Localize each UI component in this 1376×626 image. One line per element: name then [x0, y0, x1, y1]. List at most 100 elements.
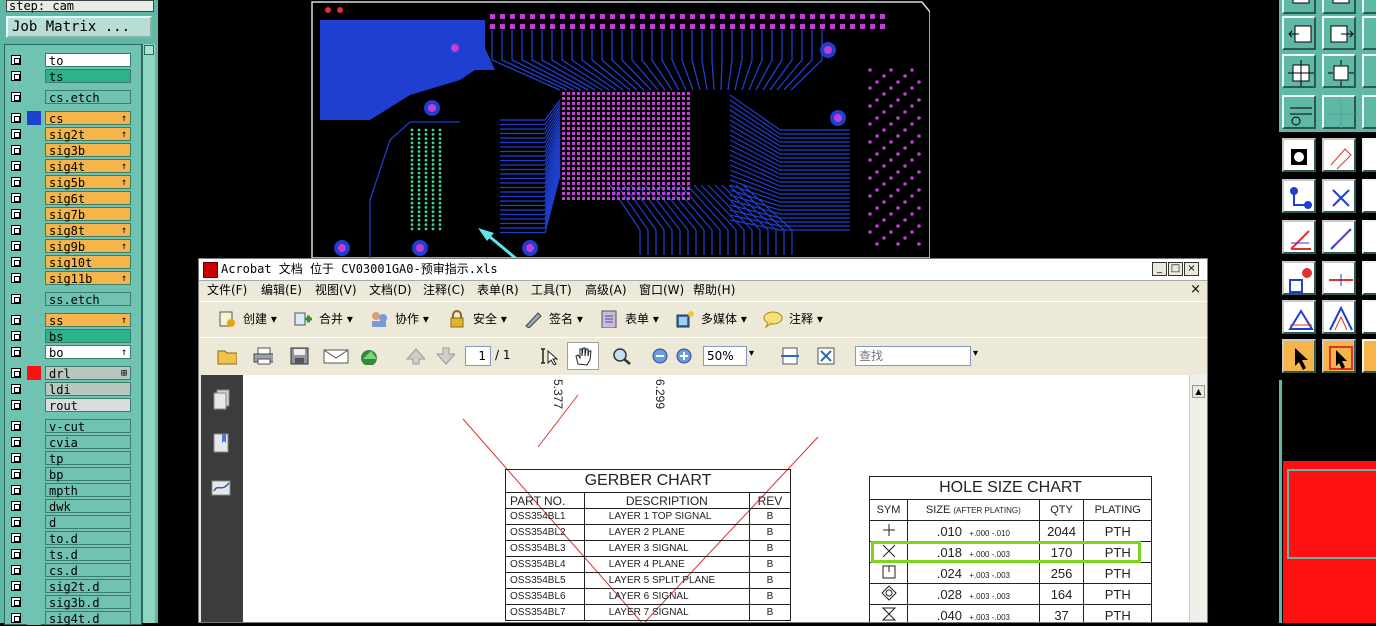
open-folder-icon[interactable] — [217, 347, 237, 365]
next-page-icon[interactable] — [435, 347, 455, 365]
partial-tool-button[interactable] — [1362, 95, 1376, 129]
layer-checkbox[interactable] — [11, 113, 21, 123]
layer-name[interactable]: v-cut — [45, 419, 131, 434]
layer-color-swatch[interactable] — [27, 127, 41, 141]
layer-row-ldi[interactable]: ldi — [9, 382, 133, 397]
layer-name[interactable]: rout — [45, 398, 131, 413]
layer-name[interactable]: ldi — [45, 382, 131, 397]
layer-color-swatch[interactable] — [27, 175, 41, 189]
layer-name[interactable]: sig11b ↑ — [45, 271, 131, 286]
layer-row-sig2t[interactable]: sig2t ↑ — [9, 127, 133, 142]
layer-name[interactable]: ts.d — [45, 547, 131, 562]
arch-tool-button[interactable] — [1322, 300, 1356, 334]
triangle-tool-button[interactable] — [1282, 300, 1316, 334]
layer-checkbox[interactable] — [11, 517, 21, 527]
marquee-zoom-icon[interactable] — [611, 347, 631, 365]
connect-nodes-tool-button[interactable] — [1282, 179, 1316, 213]
comment-button[interactable]: 注释 ▾ — [763, 308, 823, 330]
layer-checkbox[interactable] — [11, 145, 21, 155]
scroll-up-arrow-icon[interactable] — [144, 45, 154, 55]
layer-color-swatch[interactable] — [27, 53, 41, 67]
layer-checkbox[interactable] — [11, 347, 21, 357]
measure-tool-button[interactable] — [1282, 95, 1316, 129]
search-dropdown-arrow-icon[interactable]: ▾ — [973, 348, 978, 359]
layer-color-swatch[interactable] — [27, 499, 41, 513]
layer-name[interactable]: sig9b ↑ — [45, 239, 131, 254]
layer-color-swatch[interactable] — [27, 595, 41, 609]
layer-row-cs[interactable]: cs ↑ — [9, 111, 133, 126]
layer-name[interactable]: to.d — [45, 531, 131, 546]
layer-row-ss-etch[interactable]: ss.etch — [9, 292, 133, 307]
layer-color-swatch[interactable] — [27, 255, 41, 269]
document-close-icon[interactable]: × — [1190, 282, 1201, 297]
select-text-icon[interactable] — [539, 347, 559, 365]
layer-color-swatch[interactable] — [27, 159, 41, 173]
layer-color-swatch[interactable] — [27, 207, 41, 221]
layer-row-rout[interactable]: rout — [9, 398, 133, 413]
layer-color-swatch[interactable] — [27, 547, 41, 561]
partial-tool-button[interactable] — [1362, 179, 1376, 213]
layer-checkbox[interactable] — [11, 565, 21, 575]
layer-name[interactable]: sig6t — [45, 191, 131, 206]
layer-checkbox[interactable] — [11, 209, 21, 219]
maximize-button[interactable]: □ — [1168, 262, 1183, 276]
layer-checkbox[interactable] — [11, 501, 21, 511]
layer-name[interactable]: sig8t ↑ — [45, 223, 131, 238]
layer-checkbox[interactable] — [11, 533, 21, 543]
layer-color-swatch[interactable] — [27, 345, 41, 359]
create-button[interactable]: 创建 ▾ — [217, 308, 277, 330]
layer-checkbox[interactable] — [11, 241, 21, 251]
layer-checkbox[interactable] — [11, 368, 21, 378]
layer-color-swatch[interactable] — [27, 483, 41, 497]
slant-line-tool-button[interactable] — [1322, 220, 1356, 254]
layer-checkbox[interactable] — [11, 421, 21, 431]
layer-row-bs[interactable]: bs — [9, 329, 133, 344]
fit-width-icon[interactable] — [779, 347, 799, 365]
layer-checkbox[interactable] — [11, 384, 21, 394]
layer-color-swatch[interactable] — [27, 271, 41, 285]
layer-color-swatch[interactable] — [27, 435, 41, 449]
layer-checkbox[interactable] — [11, 294, 21, 304]
collaborate-button[interactable]: 协作 ▾ — [369, 308, 429, 330]
layer-row-sig11b[interactable]: sig11b ↑ — [9, 271, 133, 286]
layer-color-swatch[interactable] — [27, 223, 41, 237]
layer-color-swatch[interactable] — [27, 191, 41, 205]
layer-checkbox[interactable] — [11, 549, 21, 559]
layer-row-d[interactable]: d — [9, 515, 133, 530]
layer-name[interactable]: dwk — [45, 499, 131, 514]
layer-color-swatch[interactable] — [27, 366, 41, 380]
page-number-input[interactable]: 1 — [465, 346, 491, 366]
layer-color-swatch[interactable] — [27, 382, 41, 396]
layer-color-swatch[interactable] — [27, 398, 41, 412]
partial-tool-button[interactable] — [1362, 300, 1376, 334]
zoom-in-icon[interactable] — [675, 347, 695, 365]
fit-page-icon[interactable] — [815, 347, 835, 365]
fit-all-tool-button[interactable] — [1282, 54, 1316, 88]
menu-file[interactable]: 文件(F) — [207, 282, 247, 298]
layer-checkbox[interactable] — [11, 315, 21, 325]
layer-name[interactable]: sig3b.d — [45, 595, 131, 610]
layer-row-cvia[interactable]: cvia — [9, 435, 133, 450]
align-top-tool-button[interactable] — [1282, 0, 1316, 14]
layer-name[interactable]: d — [45, 515, 131, 530]
layer-color-swatch[interactable] — [27, 239, 41, 253]
layer-name[interactable]: bo ↑ — [45, 345, 131, 360]
move-right-tool-button[interactable] — [1322, 16, 1356, 50]
layer-row-sig8t[interactable]: sig8t ↑ — [9, 223, 133, 238]
layer-checkbox[interactable] — [11, 55, 21, 65]
layer-checkbox[interactable] — [11, 597, 21, 607]
layer-color-swatch[interactable] — [27, 329, 41, 343]
search-web-icon[interactable] — [359, 347, 379, 365]
security-button[interactable]: 安全 ▾ — [447, 308, 507, 330]
close-button[interactable]: × — [1184, 262, 1199, 276]
layer-name[interactable]: sig4t ↑ — [45, 159, 131, 174]
layer-name[interactable]: cvia — [45, 435, 131, 450]
hand-tool-button[interactable] — [567, 342, 599, 370]
document-scrollbar[interactable]: ▲ — [1189, 375, 1207, 622]
layer-row-cs-d[interactable]: cs.d — [9, 563, 133, 578]
layer-name[interactable]: sig2t ↑ — [45, 127, 131, 142]
menu-window[interactable]: 窗口(W) — [639, 282, 684, 298]
email-icon[interactable] — [323, 347, 349, 365]
layer-color-swatch[interactable] — [27, 292, 41, 306]
layer-name[interactable]: ts — [45, 69, 131, 84]
